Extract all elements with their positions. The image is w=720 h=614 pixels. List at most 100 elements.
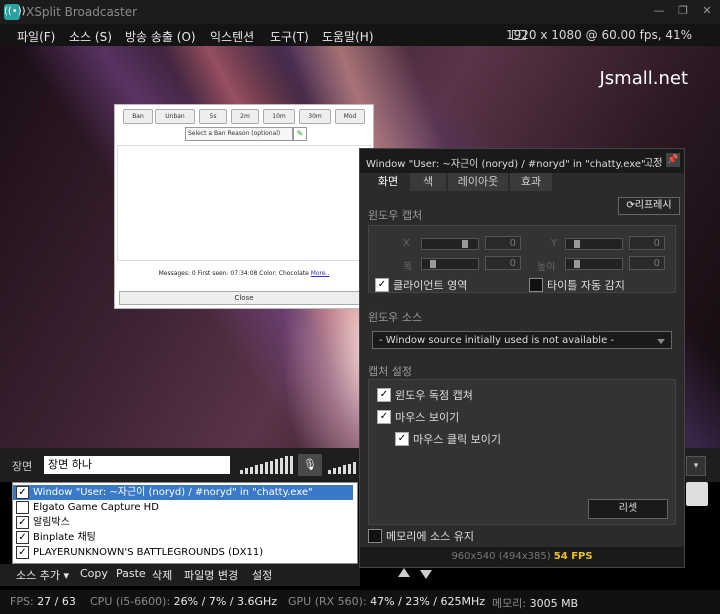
refresh-button[interactable]: ⟳리프레시 (618, 197, 680, 215)
show-mouse-checkbox[interactable]: ✓ (377, 410, 391, 424)
speaker-volume-meter[interactable] (240, 456, 296, 474)
menu-broadcast[interactable]: 방송 송출 (O) (125, 28, 196, 45)
x-slider[interactable] (421, 238, 479, 250)
title-autodetect-label: 타이틀 자동 감지 (547, 279, 625, 292)
microphone-icon[interactable]: 🎙 (298, 454, 322, 476)
source-visibility-checkbox[interactable]: ✓ (16, 516, 29, 529)
y-field[interactable]: 0 (629, 236, 665, 250)
ban-reason-select: Select a Ban Reason (optional) (185, 127, 293, 141)
exclusive-capture-label: 윈도우 독점 캡쳐 (395, 389, 473, 402)
mic-volume-meter[interactable] (328, 456, 358, 474)
keep-in-memory-label: 메모리에 소스 유지 (386, 530, 474, 543)
chevron-down-icon[interactable]: ▾ (686, 456, 706, 476)
scene-name-field[interactable]: 장면 하나 (44, 456, 230, 474)
watermark: Jsmall.net (599, 68, 688, 89)
tab-screen[interactable]: 화면 (368, 173, 408, 191)
move-up-icon[interactable] (398, 568, 410, 577)
fps-label: FPS: (10, 595, 34, 608)
y-slider[interactable] (565, 238, 623, 250)
x-field[interactable]: 0 (485, 236, 521, 250)
menu-sources[interactable]: 소스 (S) (69, 28, 112, 45)
source-visibility-checkbox[interactable]: ✓ (16, 546, 29, 559)
source-name: PLAYERUNKNOWN'S BATTLEGROUNDS (DX11) (33, 547, 264, 558)
source-item[interactable]: ✓ Window "User: ~자근이 (noryd) / #noryd" i… (13, 485, 353, 513)
copy-button[interactable]: Copy (80, 567, 108, 580)
side-button[interactable] (686, 482, 708, 506)
menu-bar: 파일(F) 소스 (S) 방송 송출 (O) 익스텐션 도구(T) 도움말(H)… (0, 24, 720, 46)
close-button[interactable]: ✕ (698, 3, 716, 19)
scene-label: 장면 (12, 460, 33, 473)
panel-title: Window "User: ~자근이 (noryd) / #noryd" in … (366, 159, 659, 170)
cpu-label: CPU (i5-6600): (90, 595, 171, 608)
mod-button: Mod (335, 109, 365, 124)
delete-button[interactable]: 삭제 (152, 567, 172, 583)
tab-color[interactable]: 색 (410, 173, 446, 191)
menu-tools[interactable]: 도구(T) (270, 28, 309, 45)
unban-button: Unban (155, 109, 195, 124)
source-visibility-checkbox[interactable] (16, 501, 29, 514)
height-label: 높이 (537, 262, 556, 273)
preview-fps: 54 FPS (553, 551, 593, 562)
menu-help[interactable]: 도움말(H) (322, 28, 374, 45)
width-label: 폭 (403, 262, 413, 273)
client-area-label: 클라이언트 영역 (393, 279, 468, 292)
source-item[interactable]: Elgato Game Capture HD (13, 500, 353, 515)
cpu-value: 26% / 7% / 3.6GHz (173, 595, 278, 608)
capture-settings-title: 캡처 설정 (368, 365, 412, 378)
client-area-checkbox[interactable]: ✓ (375, 278, 389, 292)
show-mouse-click-checkbox[interactable]: ✓ (395, 432, 409, 446)
chatty-close-button: Close (119, 291, 369, 305)
memory-label: 메모리: (492, 597, 527, 610)
refresh-label: 리프레시 (634, 200, 672, 211)
timeout-2m-button: 2m (231, 109, 259, 124)
minimize-button[interactable]: — (650, 3, 668, 19)
reset-button[interactable]: 리셋 (588, 499, 668, 519)
window-source-title: 윈도우 소스 (368, 311, 423, 324)
gpu-value: 47% / 23% / 625MHz (370, 595, 486, 608)
width-slider[interactable] (421, 258, 479, 270)
more-link: More.. (310, 270, 330, 277)
pin-icon[interactable]: 📌 (666, 153, 680, 167)
maximize-button[interactable]: ❐ (674, 3, 692, 19)
settings-button[interactable]: 설정 (252, 567, 272, 583)
preview-resolution: 960x540 (494x385) (451, 551, 551, 562)
window-source-value: - Window source initially used is not av… (379, 335, 615, 346)
height-slider[interactable] (565, 258, 623, 270)
exclusive-capture-checkbox[interactable]: ✓ (377, 388, 391, 402)
tab-layout[interactable]: 레이아웃 (448, 173, 508, 191)
source-visibility-checkbox[interactable]: ✓ (16, 531, 29, 544)
height-field[interactable]: 0 (629, 256, 665, 270)
refresh-icon: ⟳ (626, 200, 635, 211)
show-mouse-click-label: 마우스 클릭 보이기 (413, 433, 501, 446)
broadcast-icon: ((•)) (4, 4, 26, 20)
timeout-30m-button: 30m (299, 109, 331, 124)
timeout-10m-button: 10m (263, 109, 295, 124)
add-source-button[interactable]: 소스 추가 ▾ (16, 567, 69, 583)
source-item[interactable]: ✓ PLAYERUNKNOWN'S BATTLEGROUNDS (DX11) (13, 545, 353, 560)
sources-list: ✓ Window "User: ~자근이 (noryd) / #noryd" i… (12, 482, 358, 564)
memory-value: 3005 MB (529, 597, 579, 610)
source-name: 알림박스 (33, 517, 70, 528)
source-item[interactable]: ✓ 알림박스 (13, 515, 353, 530)
panel-footer: 960x540 (494x385) 54 FPS (360, 547, 684, 567)
menu-file[interactable]: 파일(F) (17, 28, 55, 45)
title-autodetect-checkbox[interactable] (529, 278, 543, 292)
rename-button[interactable]: 파일명 변경 (184, 567, 238, 583)
ban-button: Ban (123, 109, 153, 124)
resolution-info[interactable]: 1920 x 1080 @ 60.00 fps, 41% (506, 28, 692, 42)
app-title: XSplit Broadcaster (26, 5, 138, 19)
paste-button[interactable]: Paste (116, 567, 146, 580)
source-visibility-checkbox[interactable]: ✓ (16, 486, 29, 499)
menu-extensions[interactable]: 익스텐션 (210, 28, 254, 45)
title-bar: ((•)) XSplit Broadcaster — ❐ ✕ (0, 0, 720, 24)
source-toolbar: 소스 추가 ▾ Copy Paste 삭제 파일명 변경 설정 (0, 564, 360, 586)
chatty-window-capture[interactable]: Ban Unban 5s 2m 10m 30m Mod Select a Ban… (114, 104, 374, 309)
window-source-dropdown[interactable]: - Window source initially used is not av… (372, 331, 672, 349)
tab-effects[interactable]: 효과 (510, 173, 552, 191)
panel-header: Window "User: ~자근이 (noryd) / #noryd" in … (360, 149, 684, 173)
move-down-icon[interactable] (420, 570, 432, 579)
user-info-status: Messages: 0 First seen: 07:34:08 Color: … (115, 270, 373, 277)
source-item[interactable]: ✓ Binplate 채팅 (13, 530, 353, 545)
keep-in-memory-checkbox[interactable] (368, 529, 382, 543)
width-field[interactable]: 0 (485, 256, 521, 270)
